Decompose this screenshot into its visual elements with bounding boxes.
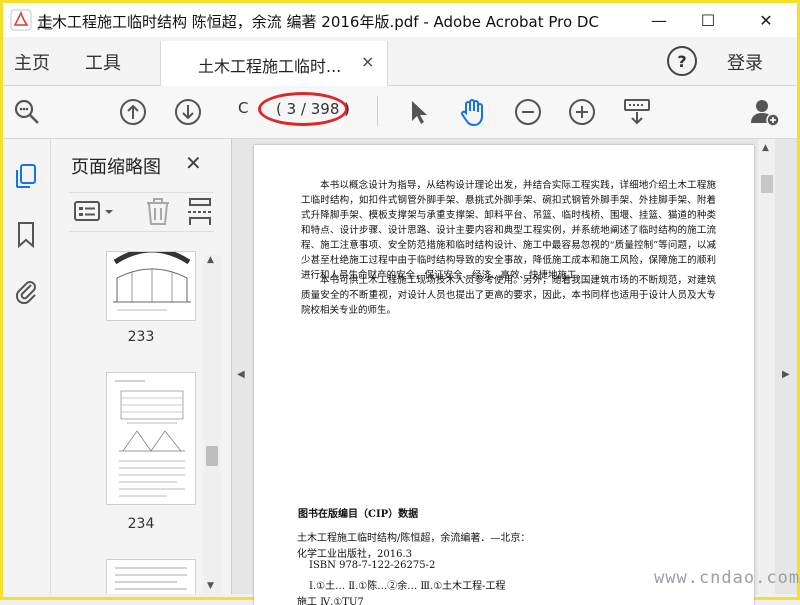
window-title: 土木工程施工临时结构 陈恒超，余流 编著 2016年版.pdf - Adobe … [37,13,599,31]
cip-line: 施工 Ⅳ.①TU7 [297,597,364,605]
thumbnail-panel-title: 页面缩略图 [71,157,161,178]
thumbnail-page-235[interactable] [106,559,196,594]
keyboard-download-icon[interactable] [621,96,653,128]
cip-line: Ⅰ.①土… Ⅱ.①陈…②余… Ⅲ.①土木工程-工程 [309,581,506,592]
previous-page-icon[interactable] [117,96,149,128]
scroll-down-icon[interactable]: ▼ [207,581,214,591]
thumbnail-page-233[interactable] [106,251,196,321]
cip-line: 土木工程施工临时结构/陈恒超，余流编著．—北京： [297,533,531,544]
document-tab-label: 土木工程施工临时... [198,57,342,76]
insert-page-icon[interactable] [187,197,213,231]
hand-tool-icon[interactable] [457,96,489,128]
toolbar-divider [377,96,378,126]
document-scrollbar[interactable]: ▲ [758,139,775,594]
thumbnail-scroll-thumb[interactable] [206,446,218,466]
trash-icon[interactable] [144,197,172,231]
cip-line: ISBN 978-7-122-26275-2 [309,560,436,571]
bookmark-icon[interactable] [11,219,41,249]
cip-line: 化学工业出版社，2016.3 [297,549,412,560]
zoom-in-icon[interactable] [566,96,598,128]
document-scroll-thumb[interactable] [761,175,773,193]
minimize-button[interactable]: — [636,3,682,37]
close-panel-icon[interactable]: ✕ [185,151,202,175]
page-count: ( 3 / 398 ) [276,100,351,118]
add-user-icon[interactable] [749,96,781,128]
site-watermark: www.cndao.com [654,568,800,588]
pdf-page: 本书以概念设计为指导，从结构设计理论出发，并结合实际工程实践，详细地介绍土木工程… [254,145,754,605]
toolbar: C ( 3 / 398 ) [3,86,797,139]
login-button[interactable]: 登录 [727,49,763,75]
next-page-icon[interactable] [172,96,204,128]
thumbnail-panel: 页面缩略图 ✕ 233 234 ▲ ▼ [51,139,232,595]
scroll-up-icon[interactable]: ▲ [207,255,214,265]
collapse-left-panel-icon[interactable]: ◀ [237,369,245,380]
menu-bar: 主页 工具 土木工程施工临时... × ? 登录 [3,37,797,86]
thumbnail-scrollbar[interactable]: ▲ ▼ [203,255,221,595]
close-tab-icon[interactable]: × [361,52,374,71]
attachment-icon[interactable] [11,275,41,305]
close-window-button[interactable]: ✕ [743,3,789,37]
select-cursor-icon[interactable] [402,96,434,128]
zoom-search-icon[interactable] [11,96,43,128]
document-tab[interactable]: 土木工程施工临时... × [160,41,388,86]
thumbnail-page-234[interactable] [106,372,196,505]
document-paragraph: 本书以概念设计为指导，从结构设计理论出发，并结合实际工程实践，详细地介绍土木工程… [301,180,716,281]
menu-home[interactable]: 主页 [14,49,50,75]
document-view[interactable]: ◀ 本书以概念设计为指导，从结构设计理论出发，并结合实际工程实践，详细地介绍土木… [232,139,797,605]
cip-heading: 图书在版编目（CIP）数据 [298,509,419,520]
acrobat-app-icon [10,9,32,31]
menu-tools[interactable]: 工具 [85,49,121,75]
options-menu-icon[interactable] [73,199,117,229]
scroll-up-icon[interactable]: ▲ [762,143,769,153]
document-paragraph: 本书可供土木工程施工现场技术人员参考使用。另外，随着我国建筑市场的不断规范，对建… [301,275,716,316]
thumbnail-tools [69,192,214,232]
zoom-out-icon[interactable] [512,96,544,128]
maximize-button[interactable]: ☐ [685,3,731,37]
left-navigation-rail [3,139,51,594]
help-icon[interactable]: ? [667,46,697,76]
page-number-input[interactable]: C [238,99,256,123]
page-thumbnails-icon[interactable] [11,161,41,191]
title-bar: 走 土木工程施工临时结构 陈恒超，余流 编著 2016年版.pdf - Adob… [3,3,797,37]
collapse-right-panel-icon[interactable]: ▶ [782,369,790,380]
